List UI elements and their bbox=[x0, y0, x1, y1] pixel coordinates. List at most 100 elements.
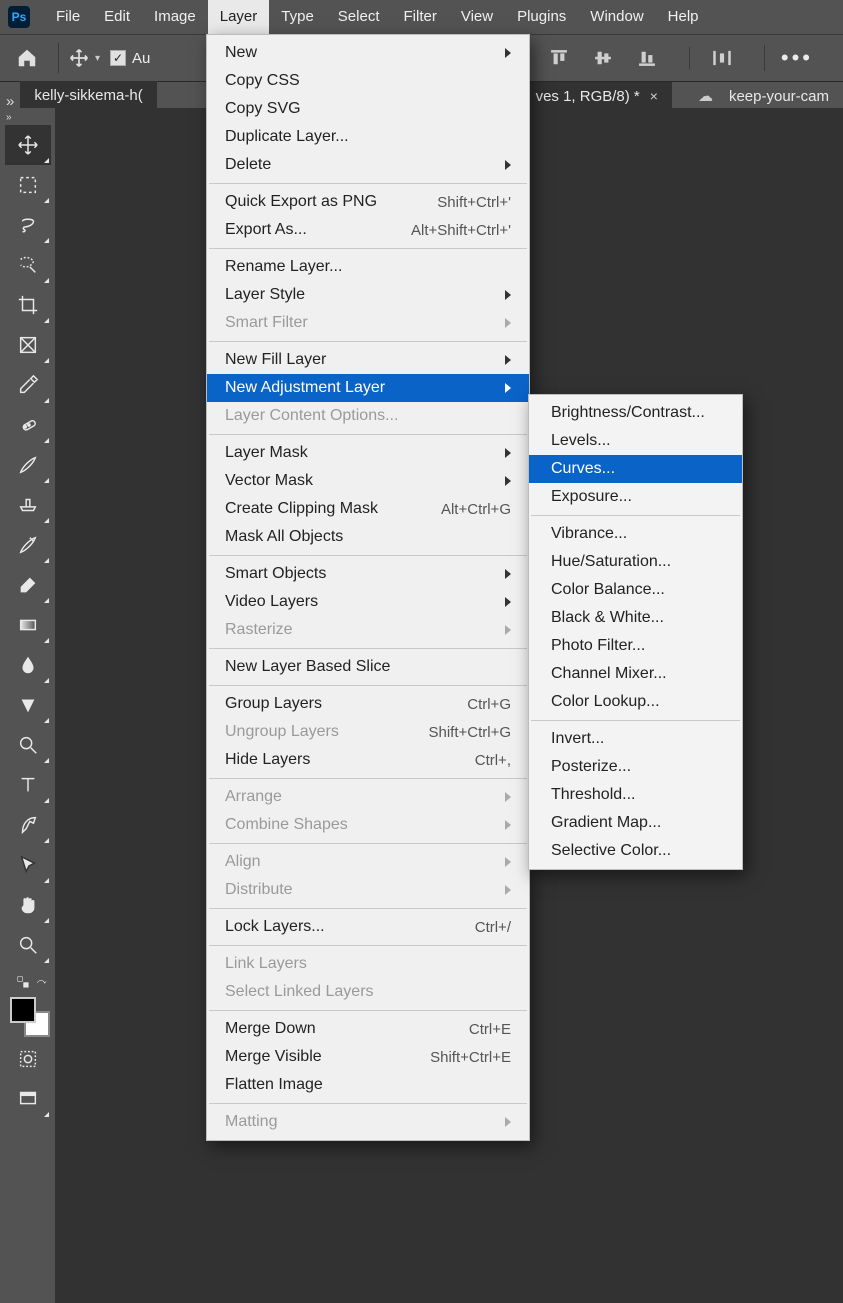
zoom-tool[interactable] bbox=[5, 925, 51, 965]
tool-preset-button[interactable]: ▾ bbox=[69, 48, 100, 68]
menu-item-group-layers[interactable]: Group LayersCtrl+G bbox=[207, 690, 529, 718]
menu-item-duplicate-layer[interactable]: Duplicate Layer... bbox=[207, 123, 529, 151]
menu-plugins[interactable]: Plugins bbox=[505, 0, 578, 34]
clone-stamp-tool[interactable] bbox=[5, 485, 51, 525]
menu-item-video-layers[interactable]: Video Layers bbox=[207, 588, 529, 616]
menu-item-hide-layers[interactable]: Hide LayersCtrl+, bbox=[207, 746, 529, 774]
submenu-item-photo-filter[interactable]: Photo Filter... bbox=[529, 632, 742, 660]
submenu-item-color-lookup[interactable]: Color Lookup... bbox=[529, 688, 742, 716]
menu-item-lock-layers[interactable]: Lock Layers...Ctrl+/ bbox=[207, 913, 529, 941]
menu-item-layer-style[interactable]: Layer Style bbox=[207, 281, 529, 309]
submenu-item-channel-mixer[interactable]: Channel Mixer... bbox=[529, 660, 742, 688]
menu-view[interactable]: View bbox=[449, 0, 505, 34]
submenu-item-label: Invert... bbox=[551, 730, 720, 748]
home-button[interactable] bbox=[10, 43, 59, 73]
ellipsis-icon: ••• bbox=[781, 45, 813, 71]
menu-item-label: Group Layers bbox=[225, 695, 467, 713]
cloud-icon: ☁ bbox=[698, 87, 713, 105]
menu-item-copy-css[interactable]: Copy CSS bbox=[207, 67, 529, 95]
submenu-item-threshold[interactable]: Threshold... bbox=[529, 781, 742, 809]
fg-bg-colors[interactable] bbox=[8, 995, 48, 1039]
menu-item-flatten-image[interactable]: Flatten Image bbox=[207, 1071, 529, 1099]
swap-reset-colors[interactable] bbox=[8, 975, 48, 989]
menu-item-merge-visible[interactable]: Merge VisibleShift+Ctrl+E bbox=[207, 1043, 529, 1071]
menu-item-vector-mask[interactable]: Vector Mask bbox=[207, 467, 529, 495]
type-tool[interactable] bbox=[5, 765, 51, 805]
submenu-arrow-icon bbox=[505, 597, 511, 607]
quick-select-tool[interactable] bbox=[5, 245, 51, 285]
auto-select-checkbox[interactable]: ✓ Au bbox=[110, 50, 150, 67]
submenu-item-invert[interactable]: Invert... bbox=[529, 725, 742, 753]
menu-select[interactable]: Select bbox=[326, 0, 392, 34]
dodge-tool[interactable] bbox=[5, 685, 51, 725]
submenu-item-gradient-map[interactable]: Gradient Map... bbox=[529, 809, 742, 837]
submenu-item-black-white[interactable]: Black & White... bbox=[529, 604, 742, 632]
brush-tool[interactable] bbox=[5, 445, 51, 485]
quick-mask-tool[interactable] bbox=[5, 1039, 51, 1079]
submenu-item-brightness-contrast[interactable]: Brightness/Contrast... bbox=[529, 399, 742, 427]
menu-item-new-layer-based-slice[interactable]: New Layer Based Slice bbox=[207, 653, 529, 681]
document-tab-active[interactable]: kelly-sikkema-h( bbox=[20, 81, 156, 110]
menu-item-quick-export-as-png[interactable]: Quick Export as PNGShift+Ctrl+' bbox=[207, 188, 529, 216]
frame-tool[interactable] bbox=[5, 325, 51, 365]
foreground-color[interactable] bbox=[10, 997, 36, 1023]
menu-layer[interactable]: Layer bbox=[208, 0, 270, 34]
menu-edit[interactable]: Edit bbox=[92, 0, 142, 34]
menu-type[interactable]: Type bbox=[269, 0, 326, 34]
menu-item-new-adjustment-layer[interactable]: New Adjustment Layer bbox=[207, 374, 529, 402]
direct-select-tool[interactable] bbox=[5, 845, 51, 885]
path-tool[interactable] bbox=[5, 805, 51, 845]
close-icon[interactable]: × bbox=[650, 88, 658, 104]
menu-item-create-clipping-mask[interactable]: Create Clipping MaskAlt+Ctrl+G bbox=[207, 495, 529, 523]
blur-tool[interactable] bbox=[5, 645, 51, 685]
menu-item-new-fill-layer[interactable]: New Fill Layer bbox=[207, 346, 529, 374]
menu-item-merge-down[interactable]: Merge DownCtrl+E bbox=[207, 1015, 529, 1043]
lasso-tool[interactable] bbox=[5, 205, 51, 245]
submenu-item-hue-saturation[interactable]: Hue/Saturation... bbox=[529, 548, 742, 576]
menu-image[interactable]: Image bbox=[142, 0, 208, 34]
eraser-tool[interactable] bbox=[5, 565, 51, 605]
gradient-tool[interactable] bbox=[5, 605, 51, 645]
spot-healing-tool[interactable] bbox=[5, 405, 51, 445]
menu-item-layer-mask[interactable]: Layer Mask bbox=[207, 439, 529, 467]
menu-item-delete[interactable]: Delete bbox=[207, 151, 529, 179]
document-tab-mid[interactable]: ves 1, RGB/8) * × bbox=[522, 82, 672, 110]
submenu-item-color-balance[interactable]: Color Balance... bbox=[529, 576, 742, 604]
menu-item-rename-layer[interactable]: Rename Layer... bbox=[207, 253, 529, 281]
move-tool[interactable] bbox=[5, 125, 51, 165]
submenu-arrow-icon bbox=[505, 290, 511, 300]
crop-tool[interactable] bbox=[5, 285, 51, 325]
menu-item-label: Layer Style bbox=[225, 286, 495, 304]
menu-separator bbox=[209, 945, 527, 946]
submenu-item-posterize[interactable]: Posterize... bbox=[529, 753, 742, 781]
menu-help[interactable]: Help bbox=[656, 0, 711, 34]
more-options[interactable]: ••• bbox=[764, 45, 833, 71]
menu-window[interactable]: Window bbox=[578, 0, 655, 34]
hand-tool[interactable] bbox=[5, 885, 51, 925]
toolbox-collapse-icon[interactable]: » bbox=[6, 112, 12, 123]
distribute-h-icon[interactable] bbox=[710, 47, 734, 69]
history-brush-tool[interactable] bbox=[5, 525, 51, 565]
document-tab-second[interactable]: ☁ keep-your-cam bbox=[684, 82, 843, 110]
submenu-item-curves[interactable]: Curves... bbox=[529, 455, 742, 483]
align-bottom-icon[interactable] bbox=[635, 47, 659, 69]
submenu-item-levels[interactable]: Levels... bbox=[529, 427, 742, 455]
submenu-item-selective-color[interactable]: Selective Color... bbox=[529, 837, 742, 865]
align-top-icon[interactable] bbox=[547, 47, 571, 69]
menu-item-new[interactable]: New bbox=[207, 39, 529, 67]
menu-item-label: Merge Visible bbox=[225, 1048, 430, 1066]
menu-file[interactable]: File bbox=[44, 0, 92, 34]
submenu-item-exposure[interactable]: Exposure... bbox=[529, 483, 742, 511]
marquee-tool[interactable] bbox=[5, 165, 51, 205]
menu-item-smart-objects[interactable]: Smart Objects bbox=[207, 560, 529, 588]
submenu-item-vibrance[interactable]: Vibrance... bbox=[529, 520, 742, 548]
align-vcenter-icon[interactable] bbox=[591, 47, 615, 69]
eyedropper-tool[interactable] bbox=[5, 365, 51, 405]
submenu-arrow-icon bbox=[505, 820, 511, 830]
menu-item-copy-svg[interactable]: Copy SVG bbox=[207, 95, 529, 123]
pen-tool[interactable] bbox=[5, 725, 51, 765]
screen-mode-tool[interactable] bbox=[5, 1079, 51, 1119]
menu-filter[interactable]: Filter bbox=[392, 0, 449, 34]
menu-item-export-as[interactable]: Export As...Alt+Shift+Ctrl+' bbox=[207, 216, 529, 244]
menu-item-mask-all-objects[interactable]: Mask All Objects bbox=[207, 523, 529, 551]
